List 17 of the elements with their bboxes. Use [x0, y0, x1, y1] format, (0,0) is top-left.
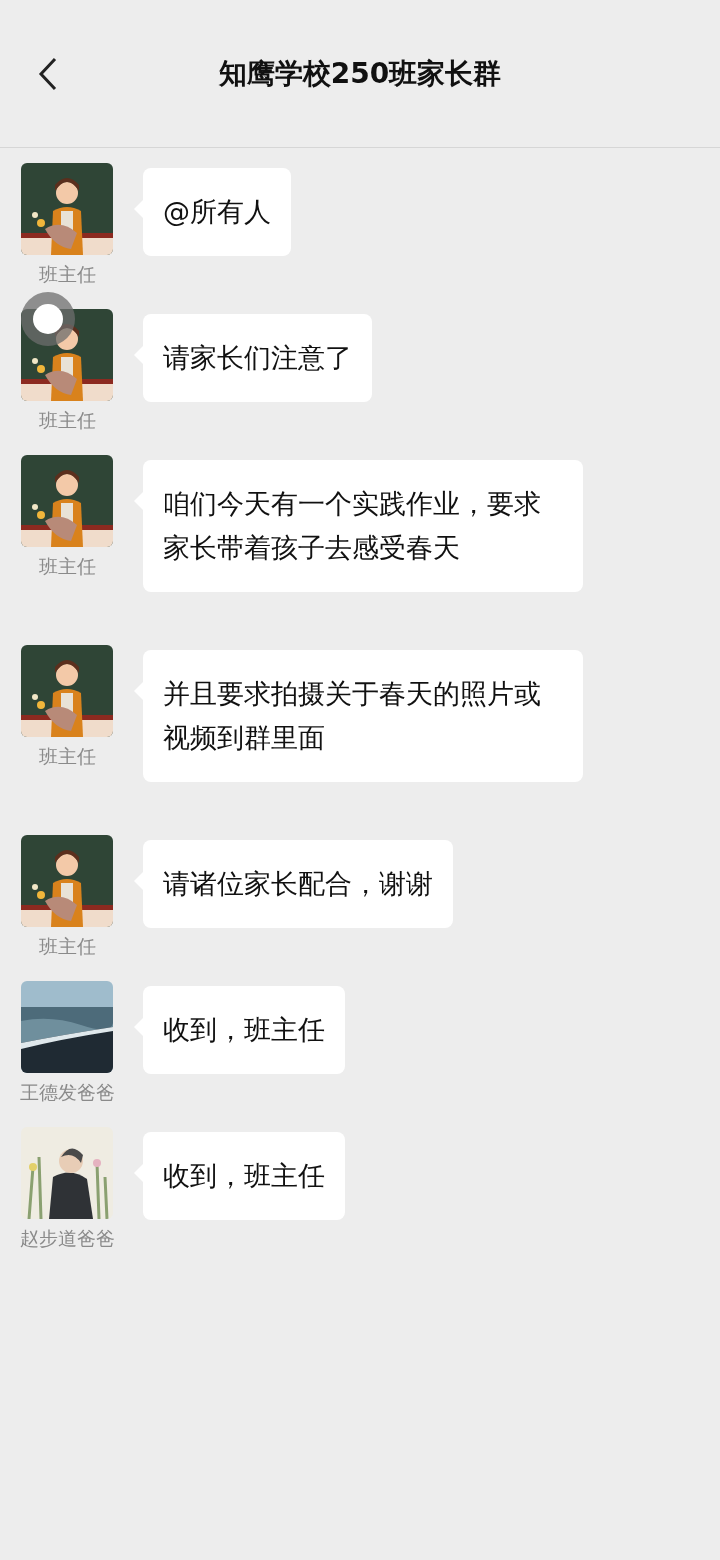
message-bubble: 请家长们注意了 [134, 314, 372, 402]
sender-name: 班主任 [38, 554, 96, 579]
sender-name: 王德发爸爸 [19, 1080, 115, 1105]
chat-title: 知鹰学校250班家长群 [218, 55, 502, 92]
sender-name: 班主任 [38, 262, 96, 287]
sender-name: 赵步道爸爸 [19, 1226, 115, 1251]
sender-name: 班主任 [38, 408, 96, 433]
sender-name: 班主任 [38, 934, 96, 959]
message-bubble: 请诸位家长配合，谢谢 [134, 840, 453, 928]
message-bubble: 并且要求拍摄关于春天的照片或视频到群里面 [134, 650, 583, 782]
message-bubble: 收到，班主任 [134, 1132, 345, 1220]
message-bubble: 咱们今天有一个实践作业，要求家长带着孩子去感受春天 [134, 460, 583, 592]
sender-name: 班主任 [38, 744, 96, 769]
back-icon [37, 56, 59, 92]
floating-button[interactable] [21, 292, 75, 346]
message-bubble: @所有人 [134, 168, 291, 256]
message-bubble: 收到，班主任 [134, 986, 345, 1074]
